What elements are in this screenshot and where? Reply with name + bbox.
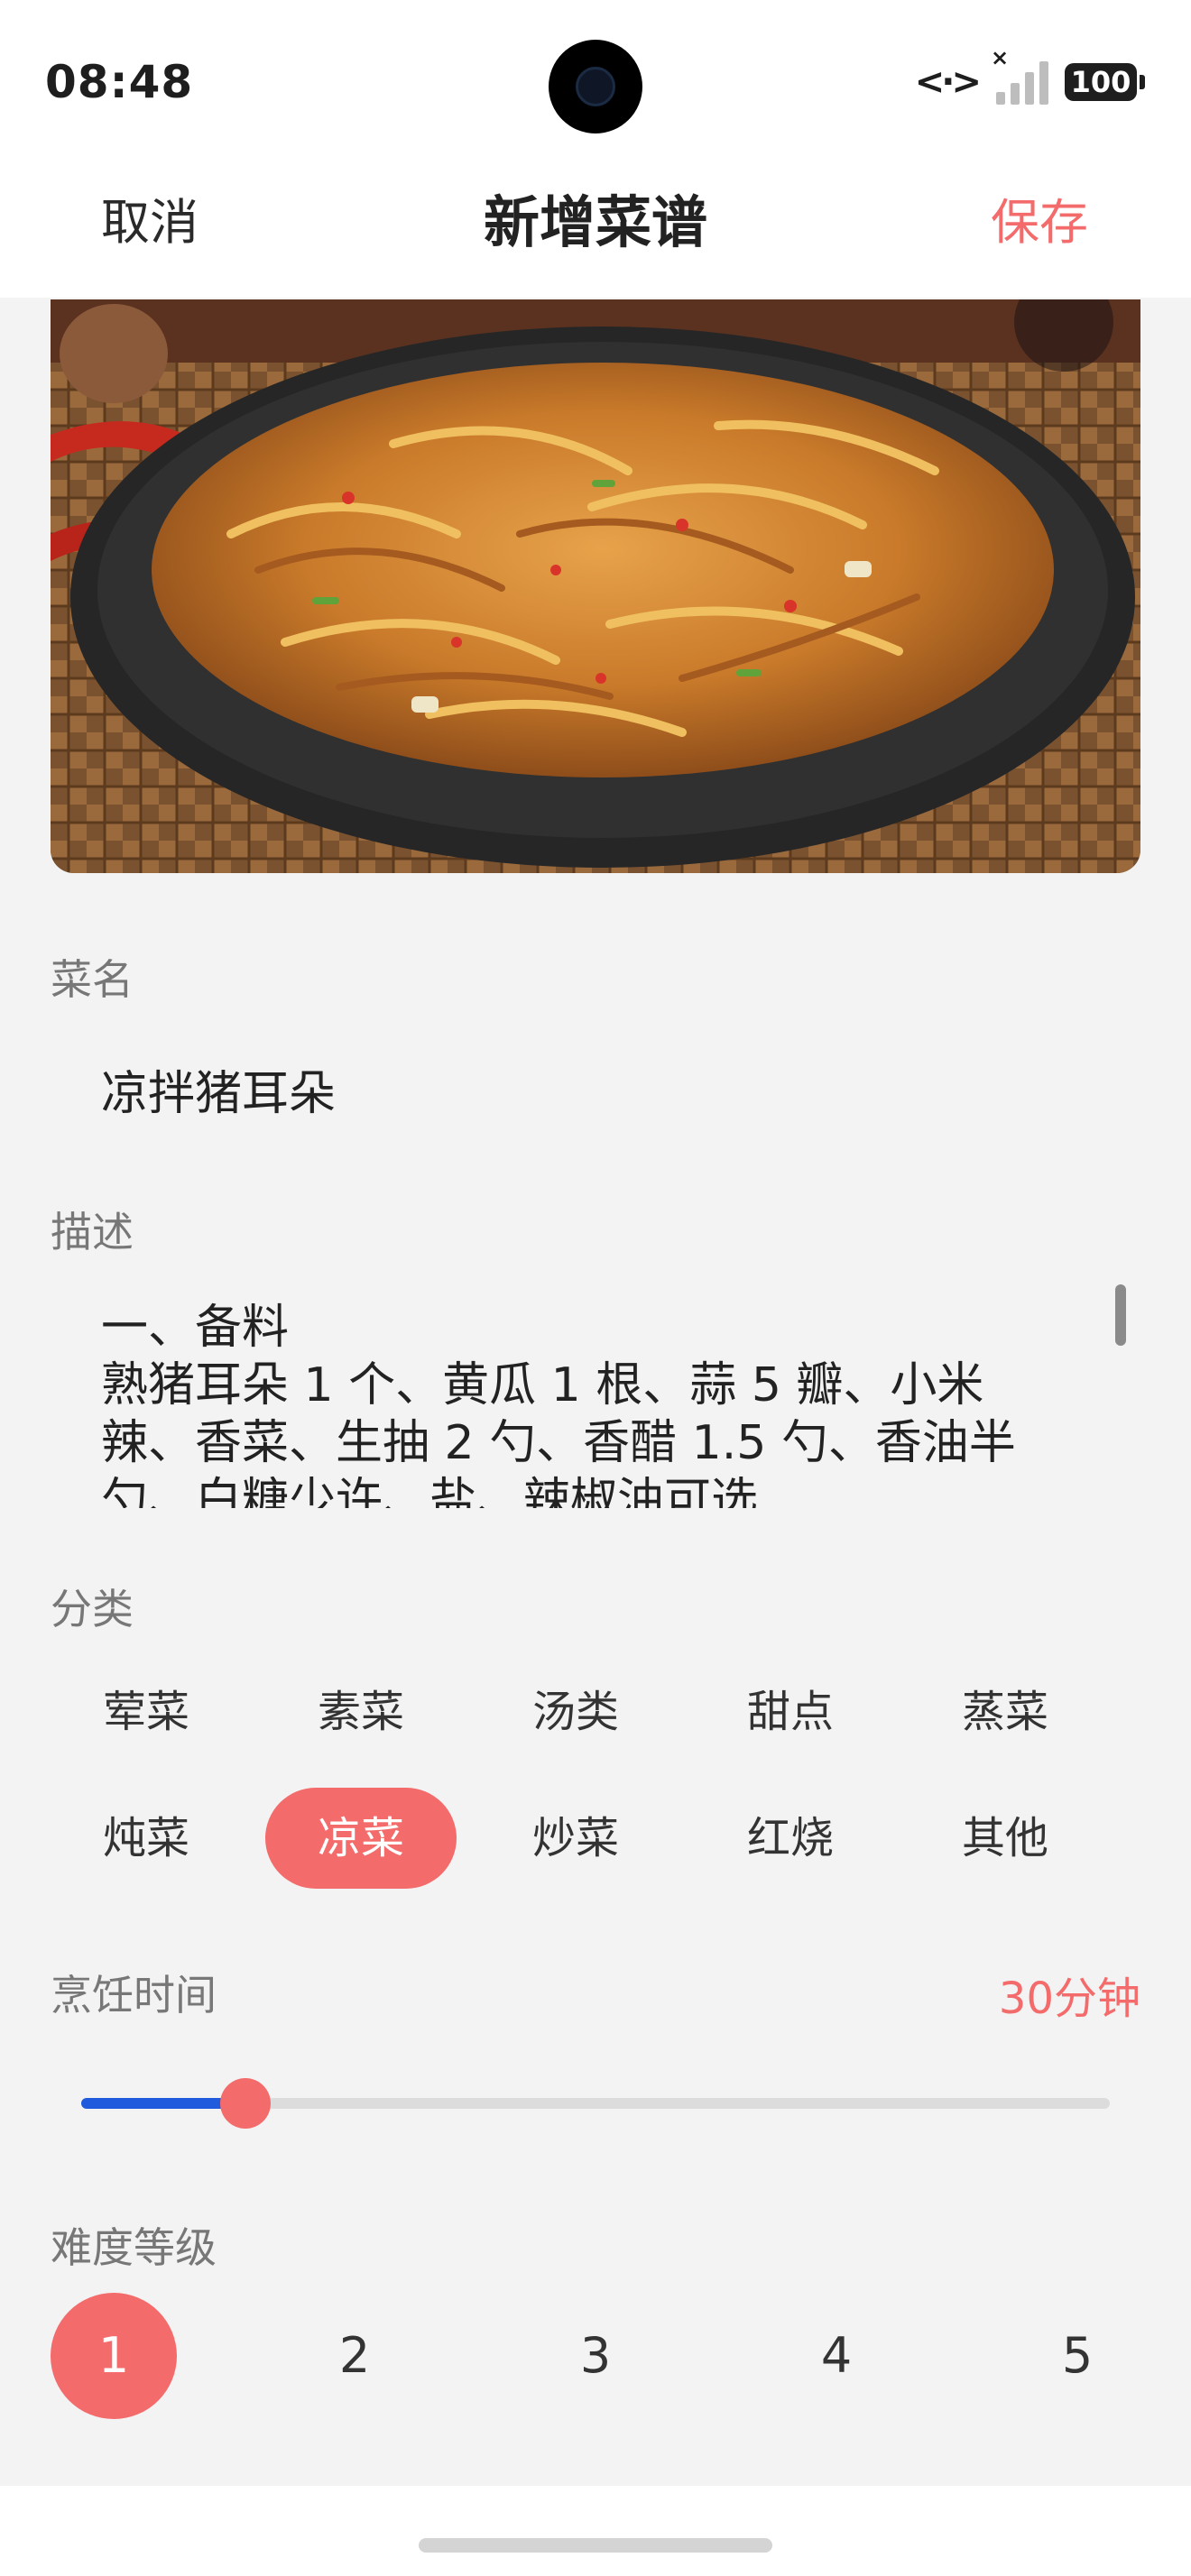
- category-chip[interactable]: 炖菜: [51, 1788, 242, 1889]
- category-chip[interactable]: 荤菜: [51, 1661, 242, 1762]
- battery-icon: 100: [1065, 63, 1145, 101]
- difficulty-levels: 1 2 3 4 5: [51, 2293, 1140, 2419]
- category-chip[interactable]: 蒸菜: [909, 1661, 1101, 1762]
- description-label: 描述: [51, 1208, 134, 1256]
- difficulty-level[interactable]: 3: [532, 2293, 659, 2419]
- category-chip[interactable]: 汤类: [480, 1661, 671, 1762]
- slider-thumb[interactable]: [220, 2078, 271, 2129]
- difficulty-level[interactable]: 5: [1014, 2293, 1140, 2419]
- difficulty-level[interactable]: 4: [773, 2293, 900, 2419]
- battery-level: 100: [1070, 65, 1131, 99]
- difficulty-label: 难度等级: [51, 2223, 217, 2272]
- dish-photo-illustration: [51, 299, 1140, 873]
- category-chip-selected[interactable]: 凉菜: [265, 1788, 457, 1889]
- cook-time-label: 烹饪时间: [51, 1971, 217, 2019]
- category-label: 分类: [51, 1585, 134, 1633]
- category-chip[interactable]: 甜点: [695, 1661, 886, 1762]
- description-line: 辣、香菜、生抽 2 勺、香醋 1.5 勺、香油半: [101, 1416, 1016, 1470]
- cook-time-slider[interactable]: [81, 2071, 1110, 2136]
- status-bar: 08:48 <·> × 100: [0, 0, 1191, 162]
- description-line: 勺、白糖少许、盐、辣椒油可选: [101, 1474, 759, 1508]
- status-time: 08:48: [45, 56, 194, 108]
- home-bar-area: [0, 2486, 1191, 2576]
- description-line: 一、备料: [101, 1301, 290, 1355]
- description-line: 熟猪耳朵 1 个、黄瓜 1 根、蒜 5 瓣、小米: [101, 1358, 984, 1412]
- category-chips: 荤菜 素菜 汤类 甜点 蒸菜 炖菜 凉菜 炒菜 红烧 其他: [51, 1661, 1140, 1914]
- category-chip[interactable]: 素菜: [265, 1661, 457, 1762]
- nav-bar: 新增菜谱 取消 保存: [0, 162, 1191, 298]
- description-textarea[interactable]: 一、备料 熟猪耳朵 1 个、黄瓜 1 根、蒜 5 瓣、小米 辣、香菜、生抽 2 …: [101, 1299, 1085, 1508]
- difficulty-level-selected[interactable]: 1: [51, 2293, 177, 2419]
- cook-time-value: 30分钟: [998, 1973, 1140, 2024]
- signal-icon: ×: [991, 45, 1052, 105]
- name-label: 菜名: [51, 955, 134, 1004]
- camera-icon: [549, 40, 642, 133]
- home-indicator[interactable]: [419, 2538, 772, 2553]
- cancel-button[interactable]: 取消: [101, 182, 198, 253]
- category-chip[interactable]: 红烧: [695, 1788, 886, 1889]
- description-scrollbar[interactable]: [1115, 1284, 1126, 1346]
- data-transfer-icon: <·>: [914, 61, 982, 103]
- save-button[interactable]: 保存: [991, 182, 1088, 253]
- dish-photo[interactable]: [51, 299, 1140, 873]
- name-input[interactable]: 凉拌猪耳朵: [101, 1055, 336, 1123]
- category-chip[interactable]: 其他: [909, 1788, 1101, 1889]
- difficulty-level[interactable]: 2: [291, 2293, 418, 2419]
- category-chip[interactable]: 炒菜: [480, 1788, 671, 1889]
